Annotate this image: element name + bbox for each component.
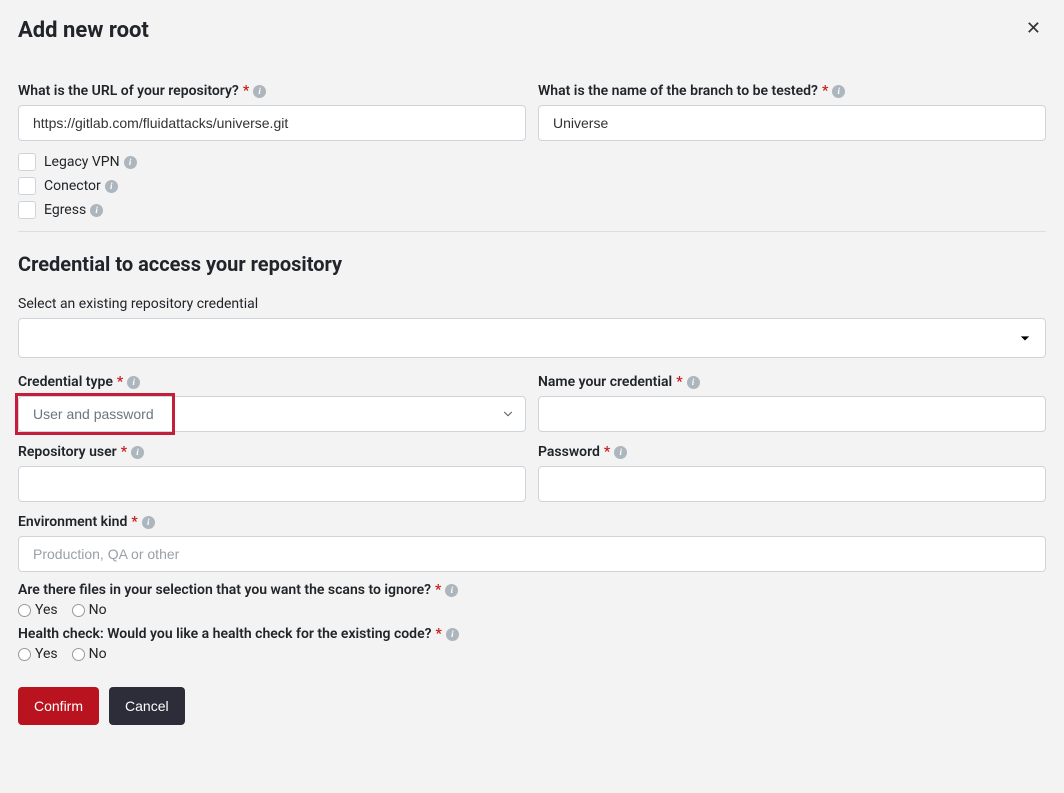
- branch-label-text: What is the name of the branch to be tes…: [538, 83, 818, 99]
- health-check-label-text: Health check: Would you like a health ch…: [18, 626, 432, 642]
- health-check-label: Health check: Would you like a health ch…: [18, 626, 1046, 642]
- conector-label: Conector i: [44, 178, 118, 194]
- required-star: *: [131, 514, 137, 530]
- legacy-vpn-label: Legacy VPN i: [44, 154, 137, 170]
- radio-icon: [18, 604, 31, 617]
- close-icon: ✕: [1026, 18, 1041, 38]
- required-star: *: [676, 374, 682, 390]
- repo-user-label: Repository user * i: [18, 444, 526, 460]
- health-no-option[interactable]: No: [72, 646, 107, 662]
- radio-icon: [72, 648, 85, 661]
- password-label: Password * i: [538, 444, 1046, 460]
- credential-type-label-text: Credential type: [18, 374, 113, 390]
- close-button[interactable]: ✕: [1021, 18, 1046, 39]
- radio-icon: [72, 604, 85, 617]
- password-label-text: Password: [538, 444, 600, 460]
- info-icon[interactable]: i: [253, 85, 266, 98]
- egress-label: Egress i: [44, 202, 103, 218]
- info-icon[interactable]: i: [105, 180, 118, 193]
- info-icon[interactable]: i: [687, 376, 700, 389]
- page-title: Add new root: [18, 18, 149, 43]
- required-star: *: [117, 374, 123, 390]
- repo-user-label-text: Repository user: [18, 444, 117, 460]
- required-star: *: [435, 582, 441, 598]
- branch-label: What is the name of the branch to be tes…: [538, 83, 1046, 99]
- url-label: What is the URL of your repository? * i: [18, 83, 526, 99]
- credential-type-select[interactable]: User and password: [18, 396, 526, 432]
- confirm-button[interactable]: Confirm: [18, 687, 99, 725]
- radio-yes-label: Yes: [35, 646, 58, 662]
- info-icon[interactable]: i: [832, 85, 845, 98]
- required-star: *: [436, 626, 442, 642]
- existing-credential-select[interactable]: [18, 318, 1046, 358]
- health-yes-option[interactable]: Yes: [18, 646, 58, 662]
- credential-name-input[interactable]: [538, 396, 1046, 432]
- environment-kind-label: Environment kind * i: [18, 514, 1046, 530]
- required-star: *: [243, 83, 249, 99]
- info-icon[interactable]: i: [142, 516, 155, 529]
- conector-checkbox[interactable]: [18, 177, 36, 195]
- info-icon[interactable]: i: [614, 446, 627, 459]
- info-icon[interactable]: i: [124, 156, 137, 169]
- ignore-no-option[interactable]: No: [72, 602, 107, 618]
- ignore-files-label-text: Are there files in your selection that y…: [18, 582, 431, 598]
- credential-name-label-text: Name your credential: [538, 374, 672, 390]
- cancel-button[interactable]: Cancel: [109, 687, 185, 725]
- egress-checkbox[interactable]: [18, 201, 36, 219]
- required-star: *: [822, 83, 828, 99]
- radio-no-label: No: [89, 646, 107, 662]
- required-star: *: [121, 444, 127, 460]
- url-label-text: What is the URL of your repository?: [18, 83, 239, 99]
- password-input[interactable]: [538, 466, 1046, 502]
- info-icon[interactable]: i: [445, 584, 458, 597]
- url-input[interactable]: [18, 105, 526, 141]
- environment-kind-label-text: Environment kind: [18, 514, 127, 530]
- divider: [18, 231, 1046, 232]
- required-star: *: [604, 444, 610, 460]
- info-icon[interactable]: i: [90, 204, 103, 217]
- radio-yes-label: Yes: [35, 602, 58, 618]
- credential-section-title: Credential to access your repository: [18, 252, 1046, 276]
- info-icon[interactable]: i: [446, 628, 459, 641]
- ignore-files-label: Are there files in your selection that y…: [18, 582, 1046, 598]
- branch-input[interactable]: [538, 105, 1046, 141]
- legacy-vpn-checkbox[interactable]: [18, 153, 36, 171]
- credential-name-label: Name your credential * i: [538, 374, 1046, 390]
- radio-no-label: No: [89, 602, 107, 618]
- info-icon[interactable]: i: [131, 446, 144, 459]
- repo-user-input[interactable]: [18, 466, 526, 502]
- ignore-yes-option[interactable]: Yes: [18, 602, 58, 618]
- info-icon[interactable]: i: [127, 376, 140, 389]
- credential-type-label: Credential type * i: [18, 374, 526, 390]
- environment-kind-input[interactable]: [18, 536, 1046, 572]
- radio-icon: [18, 648, 31, 661]
- existing-credential-label: Select an existing repository credential: [18, 296, 1046, 312]
